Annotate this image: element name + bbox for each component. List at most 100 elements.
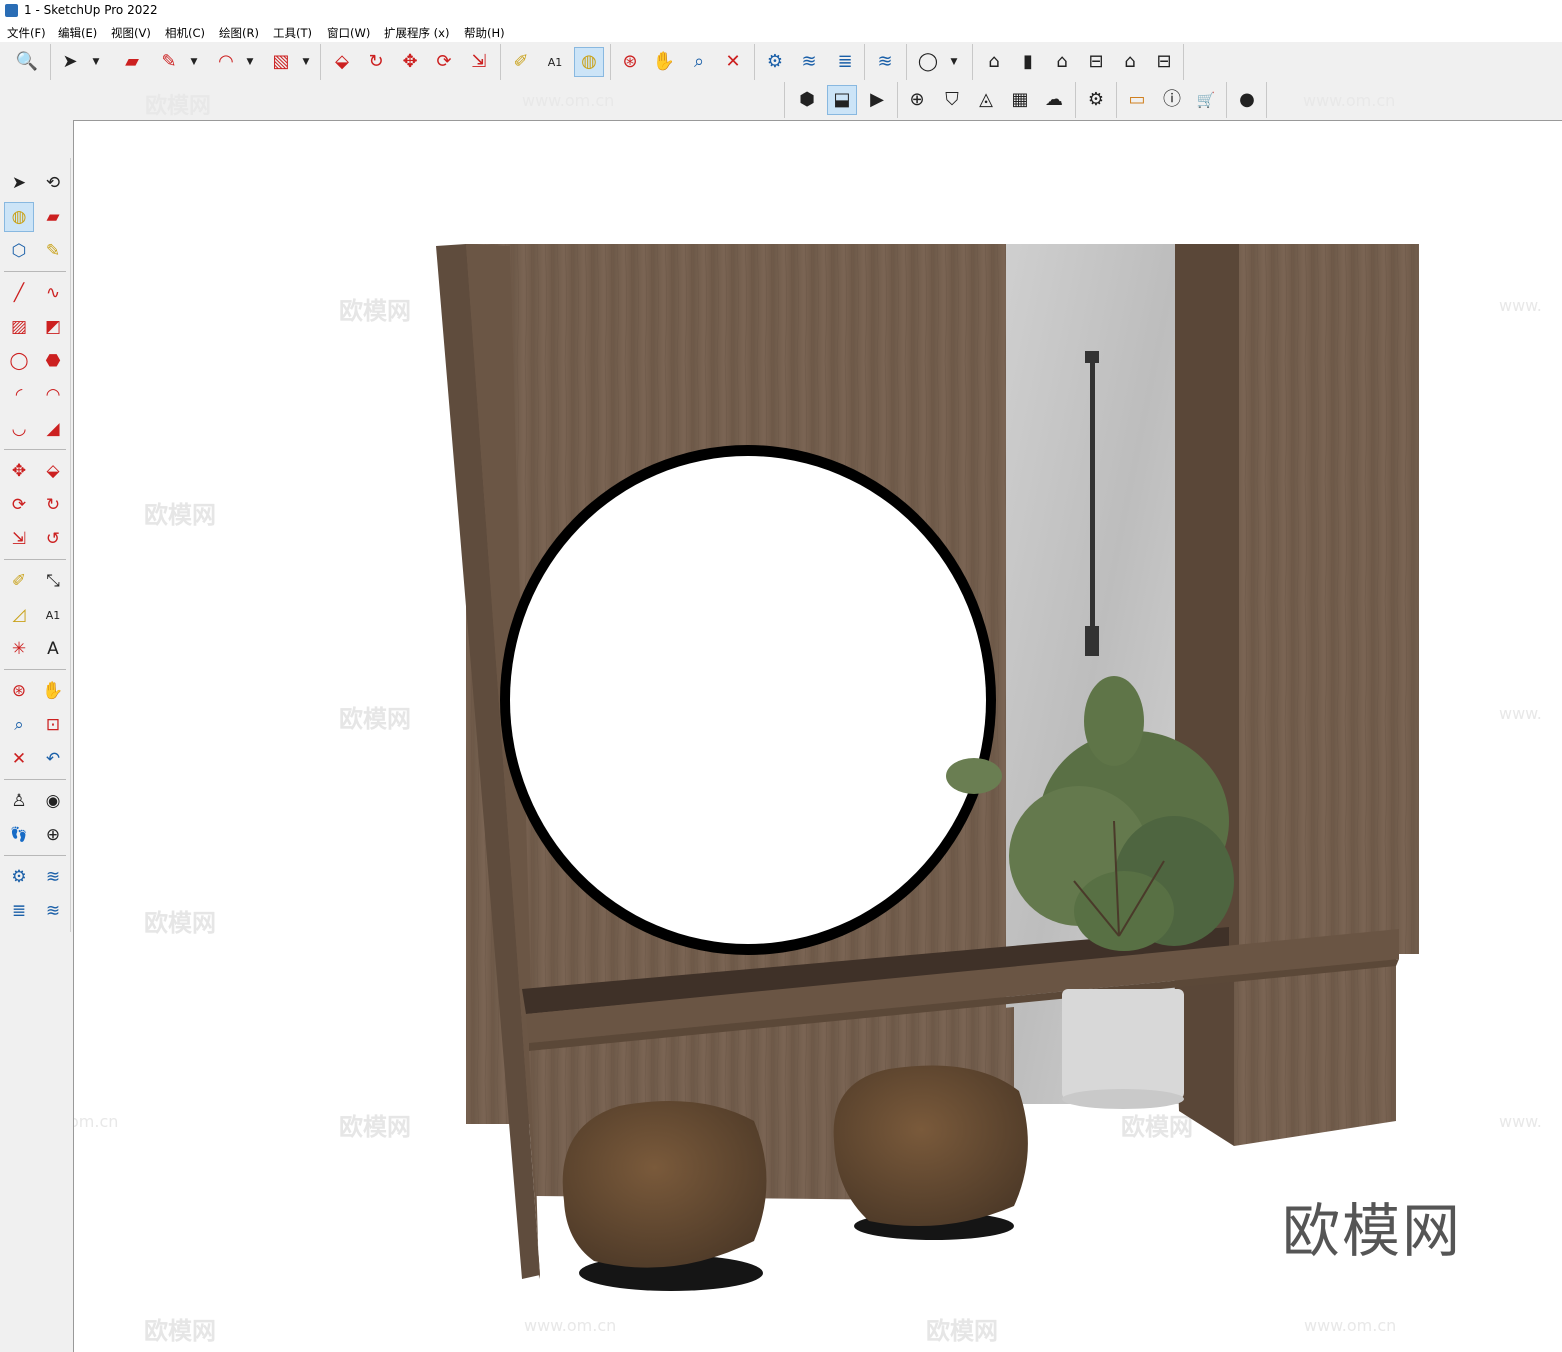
arc-icon[interactable]: ◠ xyxy=(211,47,241,77)
2pt-arc-icon[interactable]: ◠ xyxy=(38,380,68,410)
menu-help[interactable]: 帮助(H) xyxy=(464,25,505,41)
push-pull-icon[interactable]: ⬙ xyxy=(327,47,357,77)
move-icon[interactable]: ✥ xyxy=(4,456,34,486)
walk-icon[interactable]: 👣 xyxy=(4,820,34,850)
model-viewport[interactable]: 欧模网 www.om.cn 欧模网 www. 欧模网 www.om.cn 欧模网… xyxy=(73,120,1562,1352)
paint-bucket-icon[interactable]: ◍ xyxy=(574,47,604,77)
layers-icon[interactable]: ≣ xyxy=(830,47,860,77)
checker-icon[interactable]: ▦ xyxy=(1005,85,1035,115)
menu-camera[interactable]: 相机(C) xyxy=(165,25,205,41)
shield-icon[interactable]: ⛉ xyxy=(937,85,967,115)
menu-extensions[interactable]: 扩展程序 (x) xyxy=(384,25,449,41)
previous-icon[interactable]: ↶ xyxy=(38,744,68,774)
offset-icon[interactable]: ↺ xyxy=(38,524,68,554)
pan-icon[interactable]: ✋ xyxy=(38,676,68,706)
camera-icon[interactable]: ▶ xyxy=(862,85,892,115)
move-icon[interactable]: ✥ xyxy=(395,47,425,77)
settings-icon[interactable]: ⚙ xyxy=(1081,85,1111,115)
pan-icon[interactable]: ✋ xyxy=(649,47,679,77)
home-view-icon[interactable]: ⌂ xyxy=(1047,47,1077,77)
menu-draw[interactable]: 绘图(R) xyxy=(219,25,259,41)
arc-icon[interactable]: ◜ xyxy=(4,380,34,410)
polygon-icon[interactable]: ⬣ xyxy=(38,346,68,376)
extension-warehouse-icon[interactable]: ≋ xyxy=(794,47,824,77)
menu-view[interactable]: 视图(V) xyxy=(111,25,151,41)
orbit-icon[interactable]: ⊛ xyxy=(615,47,645,77)
watermark-url: www.om.cn xyxy=(1303,91,1396,110)
dimension-icon[interactable]: ⤡ xyxy=(38,566,68,596)
styles-icon[interactable]: ⬢ xyxy=(792,85,822,115)
right-view-icon[interactable]: ⌂ xyxy=(1115,47,1145,77)
protractor-icon[interactable]: ◿ xyxy=(4,600,34,630)
extension-warehouse-icon[interactable]: ≋ xyxy=(38,862,68,892)
pie-icon[interactable]: ◢ xyxy=(38,414,68,444)
back-view-icon[interactable]: ⊟ xyxy=(1149,47,1179,77)
rotate-icon[interactable]: ⟳ xyxy=(429,47,459,77)
component-icon[interactable]: ⬡ xyxy=(4,236,34,266)
rectangle-icon[interactable]: ▨ xyxy=(4,312,34,342)
info-icon[interactable]: ⓘ xyxy=(1157,85,1187,115)
follow-me-icon[interactable]: ↻ xyxy=(38,490,68,520)
rotate-icon[interactable]: ⟳ xyxy=(4,490,34,520)
zoom-icon[interactable]: ⌕ xyxy=(4,710,34,740)
chevron-down-icon[interactable]: ▼ xyxy=(301,47,311,77)
scenes-icon[interactable]: ⬓ xyxy=(827,85,857,115)
select-arrow-icon[interactable]: ➤ xyxy=(55,47,85,77)
orbit-select-icon[interactable]: ⟲ xyxy=(38,168,68,198)
top-view-icon[interactable]: ⊟ xyxy=(1081,47,1111,77)
extension-manager-icon[interactable]: ≋ xyxy=(870,47,900,77)
warehouse-icon[interactable]: ⚙ xyxy=(4,862,34,892)
sample-icon[interactable]: ✎ xyxy=(38,236,68,266)
line-icon[interactable]: ╱ xyxy=(4,278,34,308)
tape-measure-icon[interactable]: ✐ xyxy=(506,47,536,77)
zoom-extents-icon[interactable]: ✕ xyxy=(4,744,34,774)
cloud-upload-icon[interactable]: ☁ xyxy=(1039,85,1069,115)
position-camera-icon[interactable]: ♙ xyxy=(4,786,34,816)
chevron-down-icon[interactable]: ▼ xyxy=(91,47,101,77)
menu-window[interactable]: 窗口(W) xyxy=(327,25,370,41)
front-view-icon[interactable]: ▮ xyxy=(1013,47,1043,77)
text-icon[interactable]: A1 xyxy=(38,600,68,630)
add-icon[interactable]: ⊕ xyxy=(902,85,932,115)
iso-view-icon[interactable]: ⌂ xyxy=(979,47,1009,77)
extension-manager-icon[interactable]: ≋ xyxy=(38,896,68,926)
text-icon[interactable]: A1 xyxy=(540,47,570,77)
account-icon[interactable]: ◯ xyxy=(913,47,943,77)
profile-icon[interactable]: ● xyxy=(1232,85,1262,115)
rotated-rect-icon[interactable]: ◩ xyxy=(38,312,68,342)
solar-icon[interactable]: ◬ xyxy=(971,85,1001,115)
push-pull-icon[interactable]: ⬙ xyxy=(38,456,68,486)
select-icon[interactable]: ➤ xyxy=(4,168,34,198)
look-around-icon[interactable]: ◉ xyxy=(38,786,68,816)
zoom-extents-icon[interactable]: ✕ xyxy=(718,47,748,77)
zoom-icon[interactable]: ⌕ xyxy=(684,47,714,77)
section-plane-icon[interactable]: ⊕ xyxy=(38,820,68,850)
chevron-down-icon[interactable]: ▼ xyxy=(189,47,199,77)
chat-icon[interactable]: ▭ xyxy=(1122,85,1152,115)
axes-icon[interactable]: ✳ xyxy=(4,634,34,664)
menu-tools[interactable]: 工具(T) xyxy=(273,25,312,41)
paint-icon[interactable]: ◍ xyxy=(4,202,34,232)
3pt-arc-icon[interactable]: ◡ xyxy=(4,414,34,444)
menu-edit[interactable]: 编辑(E) xyxy=(58,25,97,41)
warehouse-icon[interactable]: ⚙ xyxy=(760,47,790,77)
menu-file[interactable]: 文件(F) xyxy=(7,25,46,41)
circle-icon[interactable]: ◯ xyxy=(4,346,34,376)
eraser-icon[interactable]: ▰ xyxy=(38,202,68,232)
search-icon[interactable]: 🔍 xyxy=(12,47,42,77)
layers-icon[interactable]: ≣ xyxy=(4,896,34,926)
follow-me-icon[interactable]: ↻ xyxy=(361,47,391,77)
pencil-icon[interactable]: ✎ xyxy=(154,47,184,77)
zoom-window-icon[interactable]: ⊡ xyxy=(38,710,68,740)
freehand-icon[interactable]: ∿ xyxy=(38,278,68,308)
rectangle-icon[interactable]: ▧ xyxy=(266,47,296,77)
chevron-down-icon[interactable]: ▼ xyxy=(949,47,959,77)
eraser-icon[interactable]: ▰ xyxy=(117,47,147,77)
orbit-icon[interactable]: ⊛ xyxy=(4,676,34,706)
tape-icon[interactable]: ✐ xyxy=(4,566,34,596)
scale-icon[interactable]: ⇲ xyxy=(464,47,494,77)
cart-icon[interactable]: 🛒 xyxy=(1191,85,1221,115)
scale-icon[interactable]: ⇲ xyxy=(4,524,34,554)
chevron-down-icon[interactable]: ▼ xyxy=(245,47,255,77)
3d-text-icon[interactable]: A xyxy=(38,634,68,664)
